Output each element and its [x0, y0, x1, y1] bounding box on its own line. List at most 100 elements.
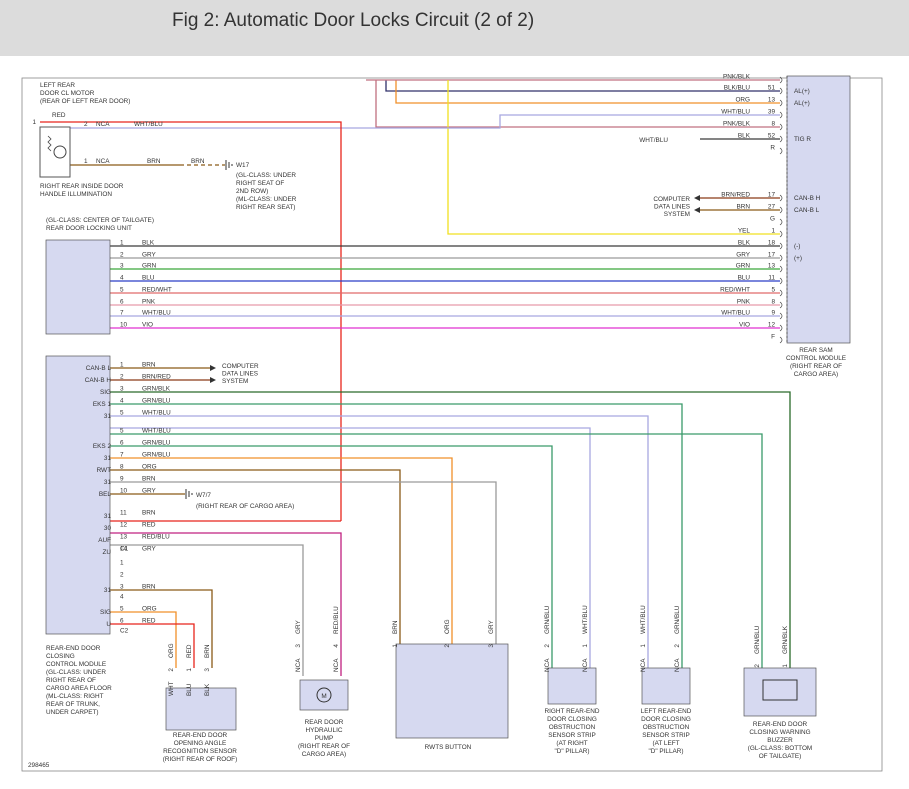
wire-label: ORG	[142, 464, 157, 471]
wire-label: BRN	[142, 476, 156, 483]
pin-number: 4	[120, 594, 124, 601]
device-connector-label: NCA	[674, 658, 681, 672]
sam-wire-label: RED/WHT	[720, 287, 750, 294]
connector-mark	[779, 312, 783, 320]
sam-pin-number: 8	[771, 121, 775, 128]
device-pin-number: 2	[444, 644, 451, 648]
connector-mark	[779, 194, 783, 202]
sam-pin-number: 5	[771, 287, 775, 294]
sam-wire-label: BLU	[738, 275, 751, 282]
module-signal: ZU	[102, 549, 111, 556]
device-connector-label: NCA	[640, 658, 647, 672]
pin-number: 5	[120, 287, 124, 294]
sam-signal-label: TIG R	[794, 136, 811, 143]
pin-number: C1	[120, 546, 129, 553]
sam-wire-label: PNK/BLK	[723, 74, 751, 81]
module-signal: SIG	[100, 609, 111, 616]
wire-label: WHT/BLU	[639, 137, 668, 144]
computer-data-lines-label: COMPUTER DATA LINES SYSTEM	[222, 363, 259, 385]
device-connector-label: BLK	[204, 683, 211, 696]
rear-door-locking-unit	[45, 239, 111, 335]
sam-signal-label: CAN-B H	[794, 195, 821, 202]
pin-number: 11	[120, 510, 127, 517]
arrow-icon	[210, 365, 216, 371]
wiring-diagram: PNK/BLKBLK/BLU 51 AL(+)ORG 13 AL(+)WHT/BLU 39…	[21, 74, 883, 772]
device-pin-number: 1	[782, 664, 789, 668]
device-wire-label: ORG	[168, 643, 175, 658]
module-signal: EKS 1	[93, 401, 112, 408]
sam-pin-number: 27	[768, 204, 776, 211]
device-connector-label: WHT	[168, 681, 175, 696]
pin-number: 1	[32, 119, 36, 126]
sam-pin-number: 18	[768, 240, 776, 247]
connector-mark	[779, 87, 783, 95]
wire-label: ORG	[142, 606, 157, 613]
device-pin-number: 2	[674, 644, 681, 648]
right-sensor-strip	[547, 667, 597, 705]
wire-label: RED	[52, 112, 66, 119]
sam-wire-label: BRN	[737, 204, 751, 211]
pin-number: 1	[120, 560, 124, 567]
wire-label: BLU	[142, 275, 155, 282]
wire-label: RED	[142, 618, 156, 625]
sam-wire-label: YEL	[738, 228, 751, 235]
connector-label: NCA	[96, 121, 110, 128]
device-pin-number: 1	[392, 644, 399, 648]
closing-module-label: REAR-END DOOR CLOSING CONTROL MODULE (GL-CL…	[46, 645, 112, 716]
connector-mark	[779, 289, 783, 297]
wire-label: RED	[142, 522, 156, 529]
diagram-id: 298465	[28, 762, 50, 769]
wire-label: BRN	[142, 362, 156, 369]
pin-number: 2	[120, 572, 124, 579]
ground-w77-desc: (RIGHT REAR OF CARGO AREA)	[196, 503, 294, 510]
rwts-button-label: RWTS BUTTON	[425, 744, 472, 751]
connector-mark	[779, 265, 783, 273]
device-pin-number: 1	[640, 644, 647, 648]
pin-number: 2	[120, 252, 124, 259]
device-pin-number: 1	[582, 644, 589, 648]
module-signal: 31	[104, 455, 112, 462]
sam-pin-number: 9	[771, 310, 775, 317]
wire-label: GRN/BLU	[142, 398, 171, 405]
left-sensor-strip-label: LEFT REAR-END DOOR CLOSING OBSTRUCTION SENS…	[641, 708, 692, 755]
pin-number: 10	[120, 488, 128, 495]
device-wire-label: WHT/BLU	[582, 605, 589, 634]
rear-sam-label: REAR SAM CONTROL MODULE (RIGHT REAR OF CARG…	[786, 347, 846, 378]
sam-signal-label: CAN-B L	[794, 207, 820, 214]
device-connector-label: NCA	[295, 658, 302, 672]
sam-signal-label: (-)	[794, 243, 800, 250]
wire-label: VIO	[142, 322, 153, 329]
pin-number: 1	[120, 240, 124, 247]
sam-pin-number: 52	[768, 133, 776, 140]
sam-signal-label: AL(+)	[794, 88, 810, 95]
sam-wire-label: ORG	[735, 97, 750, 104]
sam-wire-label: BLK/BLU	[724, 85, 751, 92]
sam-pin-number: F	[771, 334, 775, 341]
device-wire-label: GRY	[295, 620, 302, 634]
connector-mark	[779, 230, 783, 238]
left-rear-motor-label: LEFT REAR DOOR CL MOTOR (REAR OF LEFT REAR…	[40, 82, 130, 105]
sam-pin-number: 13	[768, 97, 776, 104]
hydraulic-pump-label: REAR DOOR HYDRAULIC PUMP (RIGHT REAR OF CARG…	[298, 719, 350, 758]
wire-label: GRN/BLU	[142, 452, 171, 459]
pin-number: 7	[120, 452, 124, 459]
pin-number: 4	[120, 398, 124, 405]
pin-number: 9	[120, 476, 124, 483]
sam-pin-number: 8	[771, 299, 775, 306]
wire-wht-blu-right	[110, 427, 591, 668]
device-pin-number: 2	[168, 668, 175, 672]
connector-mark	[779, 242, 783, 250]
sam-wire-label: BLK	[738, 240, 751, 247]
wire-label: WHT/BLU	[142, 310, 171, 317]
sam-wire-label: WHT/BLU	[721, 310, 750, 317]
device-wire-label: BRN	[392, 620, 399, 634]
right-sensor-strip-label: RIGHT REAR-END DOOR CLOSING OBSTRUCTION SEN…	[545, 708, 600, 755]
wire-label: BRN	[191, 158, 205, 165]
sam-pin-number: 13	[768, 263, 776, 270]
pin-number: 4	[120, 275, 124, 282]
module-signal: RWT	[97, 467, 112, 474]
rwts-button	[395, 643, 509, 739]
device-wire-label: RED/BLU	[333, 606, 340, 634]
sam-wire-label: PNK	[737, 299, 751, 306]
wire-org-rwts	[110, 457, 453, 652]
